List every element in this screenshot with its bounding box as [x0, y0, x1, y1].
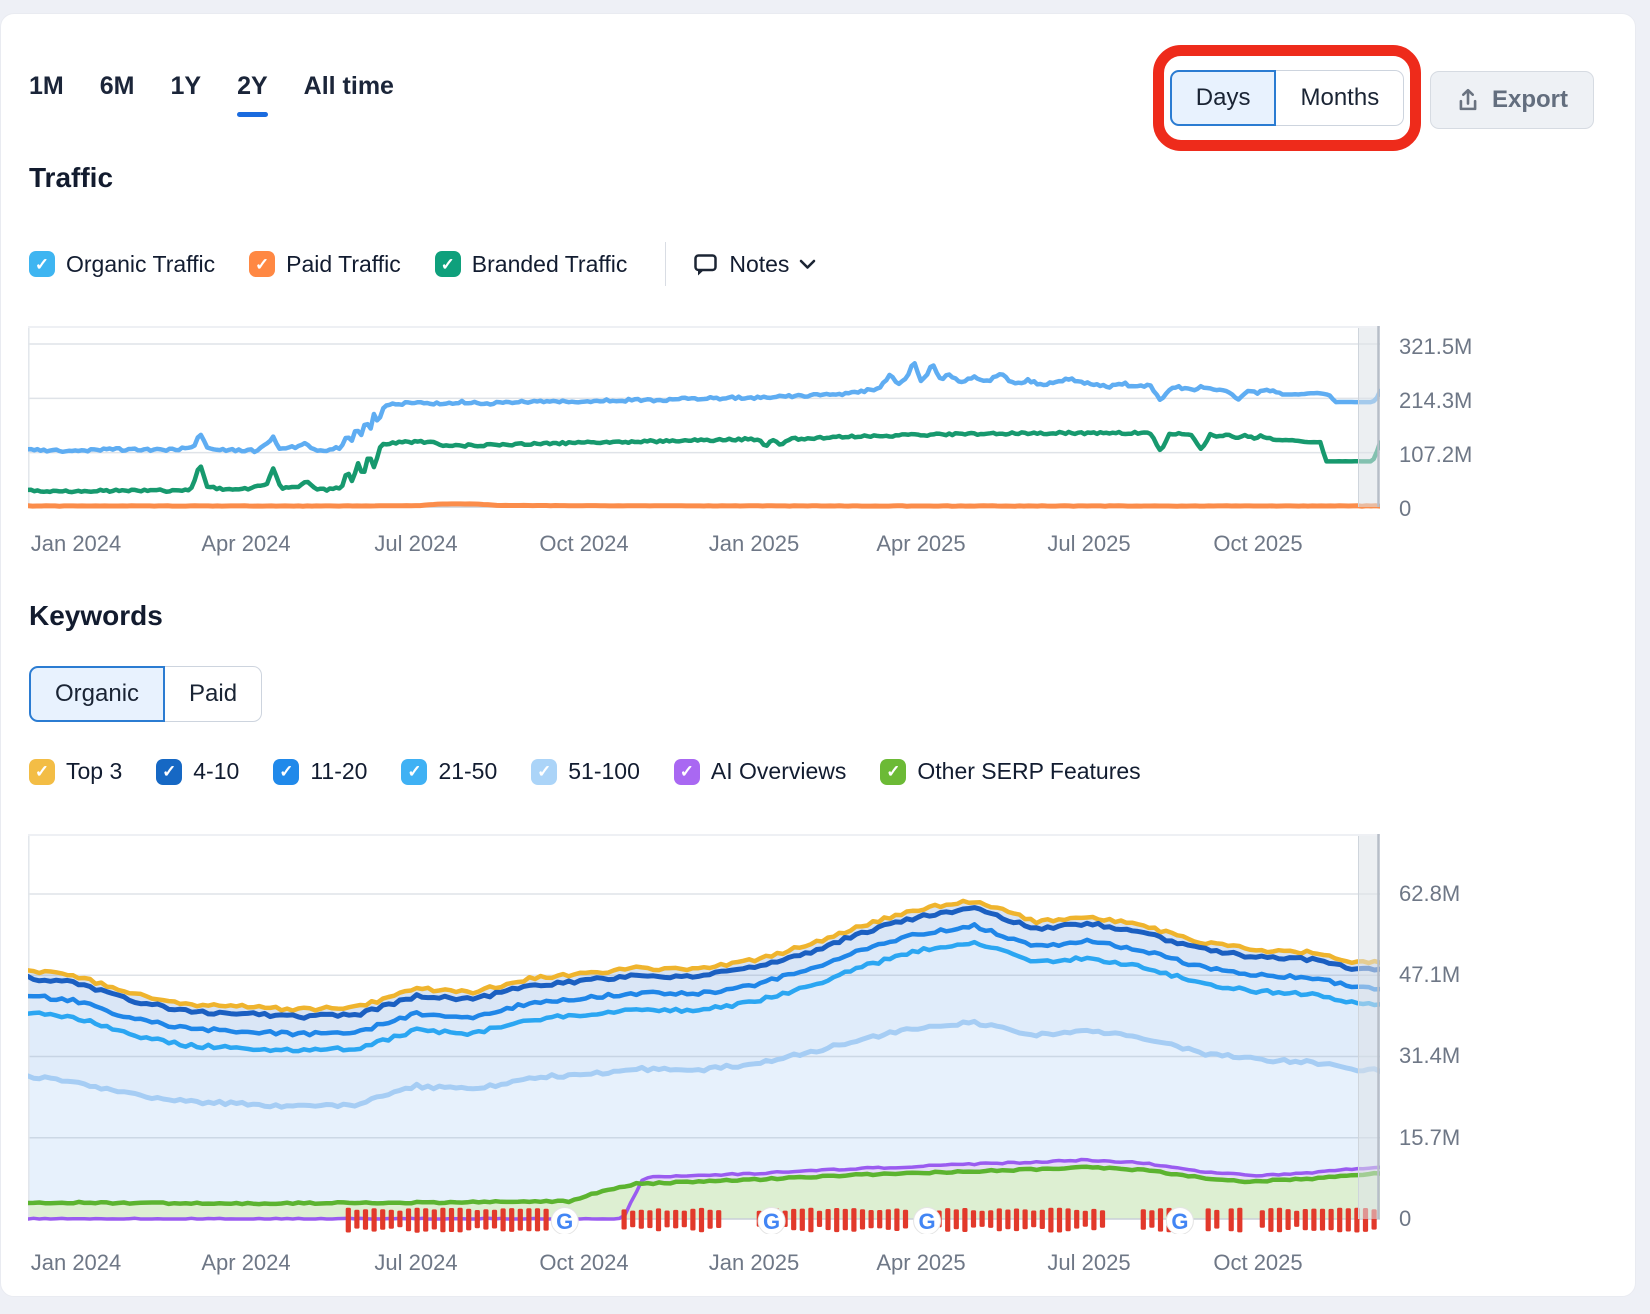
keywords-title: Keywords: [29, 600, 163, 632]
other-serp-features-checkbox[interactable]: ✓: [880, 759, 906, 785]
traffic-ytick: 0: [1399, 496, 1411, 522]
check-icon: ✓: [441, 256, 455, 273]
check-icon: ✓: [886, 763, 900, 780]
traffic-legend: ✓ Organic Traffic ✓ Paid Traffic ✓ Brand…: [29, 242, 816, 286]
keywords-xtick: Jan 2025: [694, 1250, 814, 1276]
check-icon: ✓: [537, 763, 551, 780]
legend-label: 21-50: [438, 758, 497, 785]
svg-text:G: G: [763, 1209, 780, 1234]
traffic-xtick: Apr 2024: [186, 531, 306, 557]
top-3-checkbox[interactable]: ✓: [29, 759, 55, 785]
months-toggle-option[interactable]: Months: [1276, 70, 1404, 126]
legend-label: Branded Traffic: [472, 251, 628, 278]
keywords-ytick: 0: [1399, 1206, 1411, 1232]
tab-1m[interactable]: 1M: [29, 72, 64, 101]
analytics-card: 1M 6M 1Y 2Y All time Days Months Export …: [0, 13, 1636, 1297]
keywords-legend: ✓ Top 3 ✓ 4-10 ✓ 11-20 ✓ 21-50 ✓ 51-100 …: [29, 758, 1175, 785]
keywords-xtick: Oct 2025: [1198, 1250, 1318, 1276]
legend-label: 11-20: [310, 758, 367, 785]
legend-branded-traffic[interactable]: ✓ Branded Traffic: [435, 251, 628, 278]
traffic-title: Traffic: [29, 162, 113, 194]
traffic-ytick: 107.2M: [1399, 442, 1472, 468]
keywords-xtick: Jul 2024: [356, 1250, 476, 1276]
keywords-ytick: 15.7M: [1399, 1125, 1460, 1151]
granularity-toggle: Days Months: [1170, 70, 1404, 126]
keywords-xtick: Apr 2024: [186, 1250, 306, 1276]
keywords-xtick: Jan 2024: [16, 1250, 136, 1276]
tab-all-time[interactable]: All time: [304, 72, 394, 101]
check-icon: ✓: [407, 763, 421, 780]
time-range-tabs: 1M 6M 1Y 2Y All time: [29, 72, 430, 101]
legend-other-serp-features[interactable]: ✓ Other SERP Features: [880, 758, 1140, 785]
traffic-xtick: Apr 2025: [861, 531, 981, 557]
svg-text:G: G: [1171, 1209, 1188, 1234]
legend-label: Other SERP Features: [917, 758, 1140, 785]
legend-label: 4-10: [193, 758, 239, 785]
legend-label: 51-100: [568, 758, 640, 785]
legend-top-3[interactable]: ✓ Top 3: [29, 758, 122, 785]
legend-label: Top 3: [66, 758, 122, 785]
keywords-type-toggle: Organic Paid: [29, 666, 262, 722]
export-label: Export: [1492, 86, 1568, 114]
keywords-ytick: 31.4M: [1399, 1043, 1460, 1069]
legend-4-10[interactable]: ✓ 4-10: [156, 758, 239, 785]
tab-2y[interactable]: 2Y: [237, 72, 268, 101]
legend-paid-traffic[interactable]: ✓ Paid Traffic: [249, 251, 401, 278]
days-toggle-option[interactable]: Days: [1170, 70, 1277, 126]
notes-icon: [692, 251, 719, 278]
legend-21-50[interactable]: ✓ 21-50: [401, 758, 497, 785]
check-icon: ✓: [35, 763, 49, 780]
traffic-xtick: Jan 2025: [694, 531, 814, 557]
organic-keywords-option[interactable]: Organic: [29, 666, 165, 722]
export-button[interactable]: Export: [1430, 71, 1594, 129]
traffic-chart[interactable]: [28, 326, 1380, 516]
legend-organic-traffic[interactable]: ✓ Organic Traffic: [29, 251, 215, 278]
11-20-checkbox[interactable]: ✓: [273, 759, 299, 785]
legend-label: AI Overviews: [711, 758, 846, 785]
keywords-chart[interactable]: GGGG: [28, 834, 1380, 1234]
export-icon: [1456, 87, 1480, 113]
keywords-ytick: 62.8M: [1399, 881, 1460, 907]
keywords-ytick: 47.1M: [1399, 962, 1460, 988]
tab-1y[interactable]: 1Y: [170, 72, 201, 101]
annotation-ring: Days Months: [1153, 45, 1421, 151]
traffic-xtick: Jul 2024: [356, 531, 476, 557]
check-icon: ✓: [680, 763, 694, 780]
traffic-xtick: Jan 2024: [16, 531, 136, 557]
51-100-checkbox[interactable]: ✓: [531, 759, 557, 785]
legend-label: Paid Traffic: [286, 251, 401, 278]
legend-ai-overviews[interactable]: ✓ AI Overviews: [674, 758, 846, 785]
svg-text:G: G: [919, 1209, 936, 1234]
traffic-ytick: 214.3M: [1399, 388, 1472, 414]
tab-6m[interactable]: 6M: [100, 72, 135, 101]
traffic-xtick: Oct 2024: [524, 531, 644, 557]
traffic-xtick: Oct 2025: [1198, 531, 1318, 557]
check-icon: ✓: [279, 763, 293, 780]
keywords-xtick: Apr 2025: [861, 1250, 981, 1276]
check-icon: ✓: [35, 256, 49, 273]
paid-traffic-checkbox[interactable]: ✓: [249, 251, 275, 277]
ai-overviews-checkbox[interactable]: ✓: [674, 759, 700, 785]
check-icon: ✓: [162, 763, 176, 780]
paid-keywords-option[interactable]: Paid: [165, 666, 262, 722]
legend-divider: [665, 242, 666, 286]
keywords-xtick: Oct 2024: [524, 1250, 644, 1276]
branded-traffic-checkbox[interactable]: ✓: [435, 251, 461, 277]
legend-11-20[interactable]: ✓ 11-20: [273, 758, 367, 785]
check-icon: ✓: [255, 256, 269, 273]
svg-text:G: G: [556, 1209, 573, 1234]
keywords-xtick: Jul 2025: [1029, 1250, 1149, 1276]
legend-51-100[interactable]: ✓ 51-100: [531, 758, 640, 785]
traffic-ytick: 321.5M: [1399, 334, 1472, 360]
organic-traffic-checkbox[interactable]: ✓: [29, 251, 55, 277]
notes-button[interactable]: Notes: [692, 251, 816, 278]
21-50-checkbox[interactable]: ✓: [401, 759, 427, 785]
4-10-checkbox[interactable]: ✓: [156, 759, 182, 785]
chevron-down-icon: [799, 259, 816, 270]
legend-label: Organic Traffic: [66, 251, 215, 278]
traffic-xtick: Jul 2025: [1029, 531, 1149, 557]
notes-label: Notes: [729, 251, 789, 278]
